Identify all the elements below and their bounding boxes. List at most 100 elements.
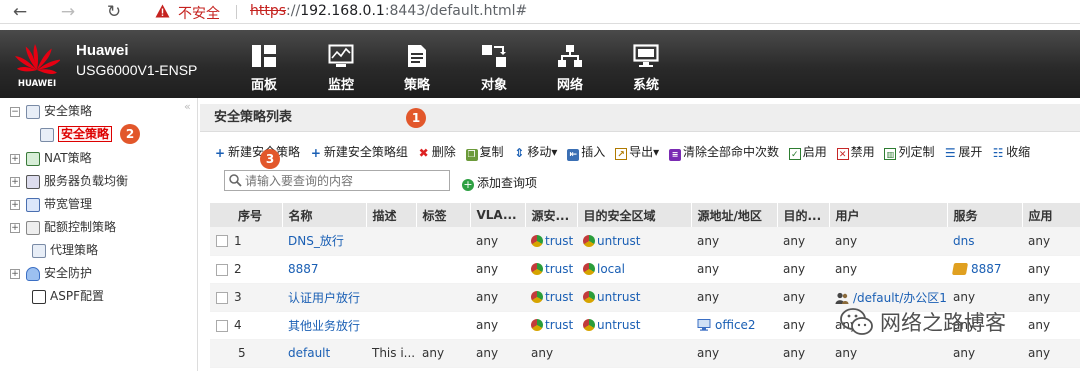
bandwidth-icon xyxy=(26,197,40,212)
policy-name-link[interactable]: 8887 xyxy=(282,255,366,284)
col-header[interactable]: 服务 xyxy=(947,203,1023,227)
row-checkbox[interactable] xyxy=(216,263,228,276)
add-query-label: 添加查询项 xyxy=(477,176,538,190)
cell-app: any xyxy=(1022,255,1080,284)
table-row[interactable]: 5 default This i... any any any any any … xyxy=(210,339,1080,368)
policy-name-link[interactable]: default xyxy=(282,339,366,368)
sidebar-item-quota-control[interactable]: + 配额控制策略 xyxy=(10,216,116,238)
expand-toggle-icon[interactable]: + xyxy=(10,153,20,164)
policy-doc-icon xyxy=(40,127,54,142)
search-box[interactable] xyxy=(224,170,450,191)
nav-monitor[interactable]: 监控 xyxy=(316,44,366,93)
sidebar-collapse-icon[interactable]: « xyxy=(184,100,191,113)
sidebar-item-label: 服务器负载均衡 xyxy=(44,174,129,188)
clear-hits-button[interactable]: ≡ 清除全部命中次数 xyxy=(668,143,779,161)
row-checkbox[interactable] xyxy=(216,235,228,248)
enable-button[interactable]: ✓ 启用 xyxy=(788,143,827,161)
sidebar-item-security-policy-group[interactable]: − 安全策略 xyxy=(10,100,92,122)
nav-system[interactable]: 系统 xyxy=(621,44,671,93)
collapse-all-button[interactable]: ☷ 收缩 xyxy=(992,143,1030,161)
col-header[interactable]: 名称 xyxy=(282,203,367,227)
col-header[interactable]: 源地址/地区 xyxy=(691,203,778,227)
delete-button[interactable]: ✖ 删除 xyxy=(418,143,456,161)
col-header[interactable]: 描述 xyxy=(366,203,417,227)
sidebar-item-server-load-balancing[interactable]: + 服务器负载均衡 xyxy=(10,170,128,192)
copy-button[interactable]: ❐ 复制 xyxy=(465,143,504,161)
expand-toggle-icon[interactable]: + xyxy=(10,222,20,233)
column-custom-button[interactable]: ▥ 列定制 xyxy=(884,143,934,161)
sidebar-item-nat-policy[interactable]: + NAT策略 xyxy=(10,147,92,169)
row-checkbox[interactable] xyxy=(216,291,228,304)
sidebar-item-bandwidth[interactable]: + 带宽管理 xyxy=(10,193,92,215)
url-text[interactable]: https://192.168.0.1:8443/default.html# xyxy=(250,3,527,19)
move-button[interactable]: ⇕ 移动▾ xyxy=(513,143,557,161)
cell-src-addr: any xyxy=(691,255,777,284)
quota-icon xyxy=(26,220,40,235)
new-policy-button[interactable]: +新建安全策略 xyxy=(214,143,300,161)
cell-dst-zone[interactable]: untrust xyxy=(597,290,640,304)
cell-dst-zone[interactable]: local xyxy=(597,262,625,276)
row-checkbox[interactable] xyxy=(216,319,228,332)
col-header[interactable]: 目的安全区域 xyxy=(577,203,692,227)
add-query-button[interactable]: + 添加查询项 xyxy=(462,174,537,191)
zone-icon xyxy=(531,319,543,331)
cell-src-zone[interactable]: trust xyxy=(545,262,573,276)
insert-button[interactable]: ⇤ 插入 xyxy=(567,143,605,161)
security-status[interactable]: 不安全 xyxy=(178,3,220,23)
system-icon xyxy=(633,44,659,67)
sidebar-item-security-policy[interactable]: 安全策略 xyxy=(40,123,113,145)
reload-icon[interactable]: ↻ xyxy=(102,0,126,24)
table-row[interactable]: 1 DNS_放行 any trust untrust any any any d… xyxy=(210,227,1080,256)
cell-src-zone[interactable]: trust xyxy=(545,318,573,332)
table-header: 序号 名称 描述 标签 VLA... 源安... 目的安全区域 源地址/地区 目… xyxy=(210,203,1080,227)
sidebar-item-security-protection[interactable]: + 安全防护 xyxy=(10,262,92,284)
col-header[interactable]: VLA... xyxy=(470,203,526,227)
nav-label: 对象 xyxy=(480,78,507,93)
huawei-logo: HUAWEI xyxy=(14,44,60,89)
sidebar-item-label: ASPF配置 xyxy=(50,289,104,303)
sidebar-item-proxy-policy[interactable]: 代理策略 xyxy=(32,239,98,261)
sidebar-item-aspf[interactable]: ASPF配置 xyxy=(32,285,104,307)
cell-src-zone[interactable]: trust xyxy=(545,290,573,304)
col-header[interactable]: 目的... xyxy=(777,203,830,227)
expand-toggle-icon[interactable]: + xyxy=(10,176,20,187)
nav-network[interactable]: 网络 xyxy=(545,44,595,93)
panel-icon xyxy=(252,45,276,67)
col-header[interactable]: 序号 xyxy=(210,203,283,227)
cell-src-zone[interactable]: trust xyxy=(545,234,573,248)
collapse-toggle-icon[interactable]: − xyxy=(10,106,20,117)
cell-service[interactable]: dns xyxy=(947,227,1022,256)
new-policy-group-button[interactable]: + 新建安全策略组 xyxy=(310,143,408,161)
col-header[interactable]: 应用 xyxy=(1022,203,1080,227)
forward-icon[interactable]: → xyxy=(56,0,80,24)
policy-name-link[interactable]: 其他业务放行 xyxy=(282,311,366,340)
expand-icon: ☰ xyxy=(944,146,956,160)
nav-object[interactable]: 对象 xyxy=(469,44,519,93)
nav-panel[interactable]: 面板 xyxy=(239,44,289,93)
policy-name-link[interactable]: DNS_放行 xyxy=(282,227,366,256)
monitor-icon xyxy=(328,44,354,67)
col-header[interactable]: 标签 xyxy=(416,203,471,227)
nav-policy[interactable]: 策略 xyxy=(392,44,442,93)
policy-name-link[interactable]: 认证用户放行 xyxy=(282,283,366,312)
cell-tag xyxy=(416,227,470,256)
search-input[interactable] xyxy=(245,172,445,189)
export-button[interactable]: ↗ 导出▾ xyxy=(615,143,659,161)
expand-all-button[interactable]: ☰ 展开 xyxy=(944,143,982,161)
disable-button[interactable]: ✕ 禁用 xyxy=(836,143,875,161)
toolbar-label: 列定制 xyxy=(898,145,935,159)
nav-label: 策略 xyxy=(403,78,430,93)
cell-service[interactable]: 8887 xyxy=(971,262,1002,276)
table-row[interactable]: 2 8887 any trust local any any any 8887 … xyxy=(210,255,1080,284)
col-header[interactable]: 用户 xyxy=(829,203,948,227)
cell-user[interactable]: /default/办公区1 xyxy=(853,291,947,305)
shield-icon xyxy=(26,266,40,281)
col-header[interactable]: 源安... xyxy=(525,203,578,227)
cell-dst-zone[interactable]: untrust xyxy=(597,318,640,332)
cell-dst-zone[interactable]: untrust xyxy=(597,234,640,248)
expand-toggle-icon[interactable]: + xyxy=(10,268,20,279)
cell-src-addr[interactable]: office2 xyxy=(715,318,756,332)
cell-user: any xyxy=(829,339,947,368)
expand-toggle-icon[interactable]: + xyxy=(10,199,20,210)
back-icon[interactable]: ← xyxy=(8,0,32,24)
